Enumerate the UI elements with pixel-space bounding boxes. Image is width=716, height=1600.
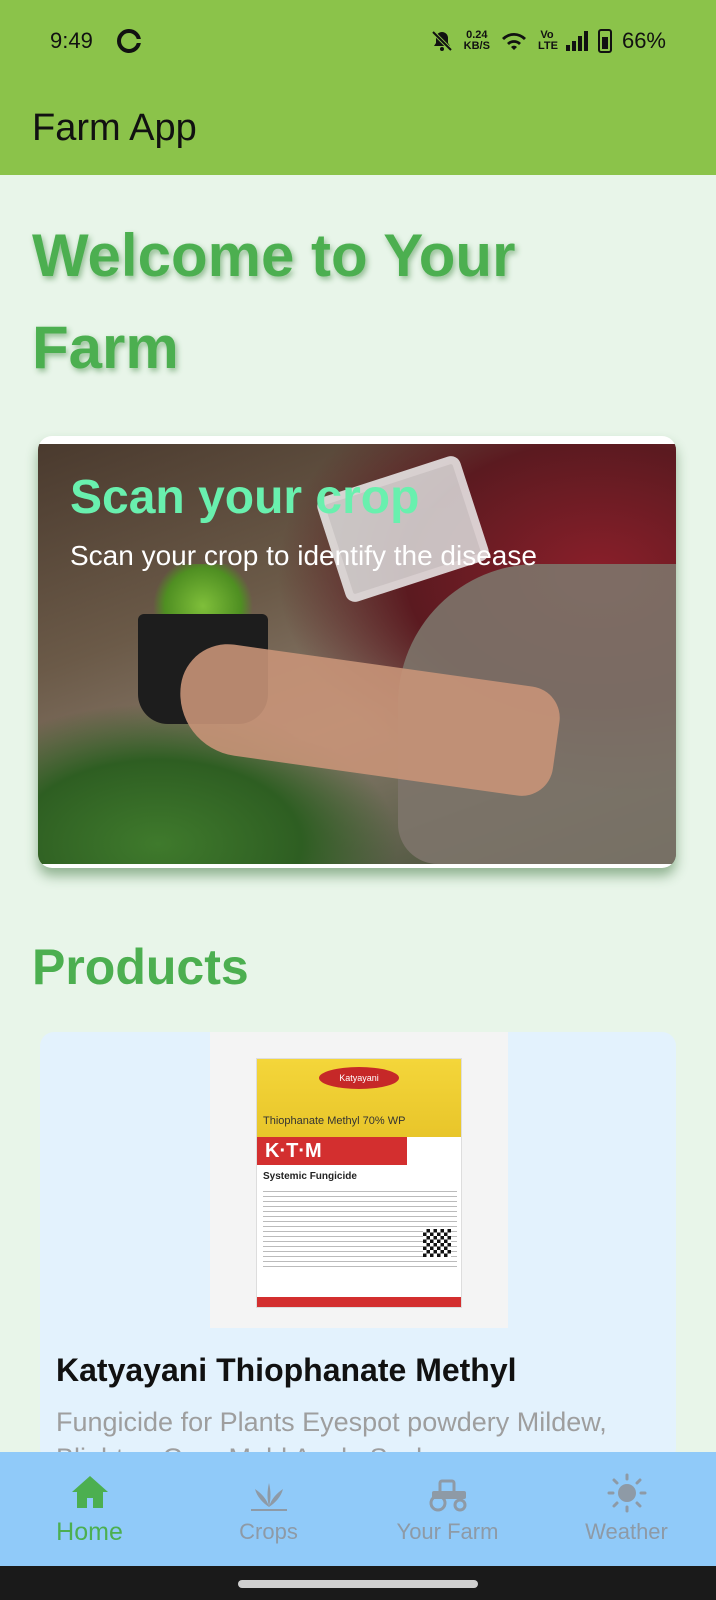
home-gesture-handle[interactable] [238, 1580, 478, 1588]
mute-notification-icon [431, 30, 453, 52]
welcome-heading: Welcome to Your Farm [32, 222, 516, 381]
scan-card-title: Scan your crop [70, 471, 420, 524]
products-heading: Products [32, 939, 249, 995]
nav-weather-label: Weather [585, 1519, 668, 1544]
network-speed: 0.24 KB/S [463, 29, 490, 52]
nav-your-farm-label: Your Farm [396, 1519, 499, 1544]
crops-icon [250, 1483, 287, 1511]
app-title: Farm App [32, 107, 197, 149]
volte-icon: Vo LTE [537, 29, 558, 52]
wifi-icon [501, 33, 526, 50]
scan-crop-card[interactable]: Scan your crop Scan your crop to identif… [38, 436, 676, 868]
nav-crops[interactable]: Crops [179, 1452, 358, 1566]
nav-weather[interactable]: Weather [537, 1452, 716, 1566]
nav-crops-label: Crops [239, 1519, 298, 1544]
product-image: Katyayani Thiophanate Methyl 70% WP K·T·… [210, 1032, 508, 1328]
gesture-navigation-bar [0, 1566, 716, 1600]
home-icon [71, 1475, 108, 1508]
battery-icon [597, 29, 612, 53]
nav-home[interactable]: Home [0, 1452, 179, 1566]
scan-crop-image: Scan your crop Scan your crop to identif… [38, 444, 676, 864]
nav-home-label: Home [56, 1517, 123, 1546]
qr-code-icon [423, 1229, 451, 1257]
product-package: Katyayani Thiophanate Methyl 70% WP K·T·… [256, 1058, 462, 1308]
status-bar: 9:49 0.24 KB/S Vo LTE 66% [0, 0, 716, 82]
scan-card-subtitle: Scan your crop to identify the disease [70, 540, 537, 571]
battery-percent: 66% [621, 28, 666, 53]
signal-icon [565, 31, 588, 51]
product-card[interactable]: Katyayani Thiophanate Methyl 70% WP K·T·… [40, 1032, 676, 1462]
nav-your-farm[interactable]: Your Farm [358, 1452, 537, 1566]
app-bar: Farm App [0, 82, 716, 175]
status-time: 9:49 [50, 28, 93, 53]
google-icon [116, 29, 141, 53]
product-title: Katyayani Thiophanate Methyl [56, 1352, 517, 1388]
tractor-icon [429, 1479, 466, 1512]
sun-icon [607, 1473, 646, 1513]
bottom-navigation: Home Crops Your Farm Weather [0, 1452, 716, 1566]
